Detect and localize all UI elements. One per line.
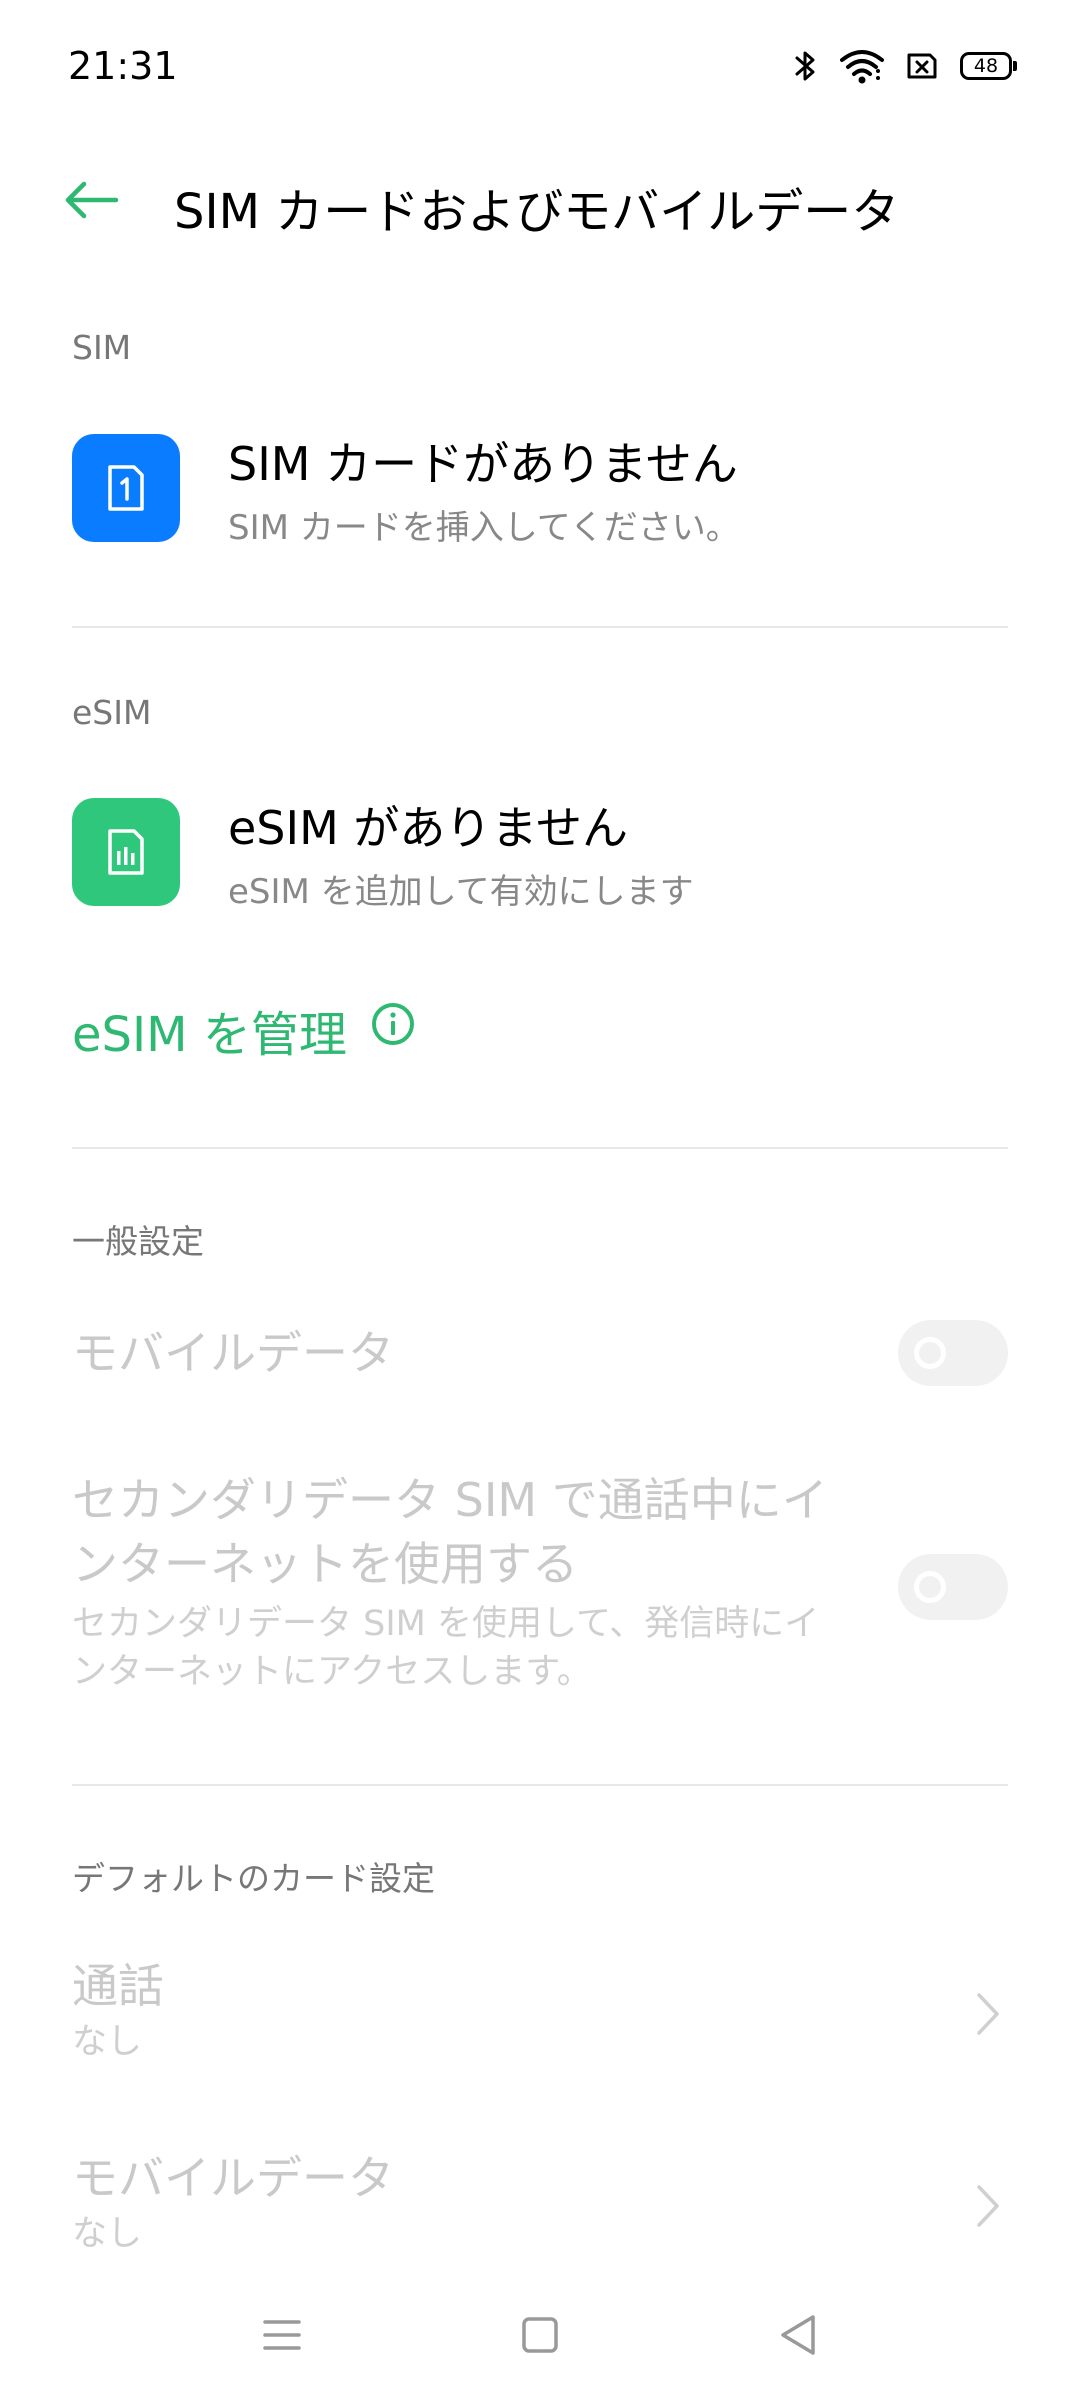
menu-icon <box>263 2320 301 2350</box>
app-bar: SIM カードおよびモバイルデータ <box>0 150 1080 250</box>
mobile-data-setting[interactable]: モバイルデータ <box>72 1318 1008 1390</box>
status-bar: 21:31 48 <box>0 0 1080 130</box>
menu-button[interactable] <box>247 2300 317 2370</box>
esim-card-subtitle: eSIM を追加して有効にします <box>228 872 694 912</box>
divider <box>72 1784 1008 1786</box>
page-title: SIM カードおよびモバイルデータ <box>174 184 900 240</box>
sim-card-title: SIM カードがありません <box>228 437 738 491</box>
no-sim-icon <box>906 51 938 81</box>
sim-card-icon <box>72 434 180 542</box>
esim-card-title: eSIM がありません <box>228 801 628 855</box>
battery-icon: 48 <box>960 52 1017 80</box>
default-mobile-data-title: モバイルデータ <box>72 2151 394 2205</box>
esim-card-icon <box>72 798 180 906</box>
default-call-title: 通話 <box>72 1959 164 2013</box>
chevron-right-icon <box>968 1984 1008 2044</box>
mobile-data-title: モバイルデータ <box>72 1326 394 1380</box>
nav-back-button[interactable] <box>763 2300 833 2370</box>
secondary-data-toggle[interactable] <box>898 1554 1008 1620</box>
toggle-knob <box>914 1337 946 1369</box>
default-mobile-data-value: なし <box>72 2214 143 2254</box>
toggle-knob <box>914 1571 946 1603</box>
back-icon <box>781 2315 815 2355</box>
section-label-general: 一般設定 <box>72 1222 204 1261</box>
mobile-data-toggle[interactable] <box>898 1320 1008 1386</box>
manage-esim-link[interactable]: eSIM を管理 <box>72 995 415 1065</box>
secondary-data-setting[interactable]: セカンダリデータ SIM で通話中にイ ンターネットを使用する セカンダリデータ… <box>72 1468 1008 1708</box>
info-icon[interactable] <box>371 1002 415 1058</box>
esim-card-item[interactable]: eSIM がありません eSIM を追加して有効にします <box>72 798 1008 912</box>
back-arrow-icon <box>65 181 119 219</box>
sim-card-item[interactable]: SIM カードがありません SIM カードを挿入してください。 <box>72 434 1008 548</box>
chevron-right-icon <box>968 2176 1008 2236</box>
secondary-data-title-line2: ンターネットを使用する <box>72 1537 578 1591</box>
manage-esim-label: eSIM を管理 <box>72 1007 347 1063</box>
home-icon <box>522 2317 558 2353</box>
wifi-icon <box>840 48 884 84</box>
section-label-esim: eSIM <box>72 693 152 732</box>
bluetooth-icon <box>794 48 818 84</box>
default-mobile-data-setting[interactable]: モバイルデータ なし <box>72 2146 1008 2266</box>
status-time: 21:31 <box>68 44 178 88</box>
default-call-value: なし <box>72 2022 143 2062</box>
secondary-data-desc-line1: セカンダリデータ SIM を使用して、発信時にイ <box>72 1604 820 1644</box>
default-call-setting[interactable]: 通話 なし <box>72 1954 1008 2074</box>
divider <box>72 626 1008 628</box>
home-button[interactable] <box>505 2300 575 2370</box>
secondary-data-title-line1: セカンダリデータ SIM で通話中にイ <box>72 1473 828 1527</box>
divider <box>72 1147 1008 1149</box>
secondary-data-desc-line2: ンターネットにアクセスします。 <box>72 1652 592 1692</box>
navigation-bar <box>0 2270 1080 2400</box>
section-label-sim: SIM <box>72 328 132 367</box>
status-icons: 48 <box>794 46 1017 86</box>
section-label-default-card: デフォルトのカード設定 <box>72 1859 435 1898</box>
sim-card-subtitle: SIM カードを挿入してください。 <box>228 508 740 548</box>
back-button[interactable] <box>60 170 124 230</box>
